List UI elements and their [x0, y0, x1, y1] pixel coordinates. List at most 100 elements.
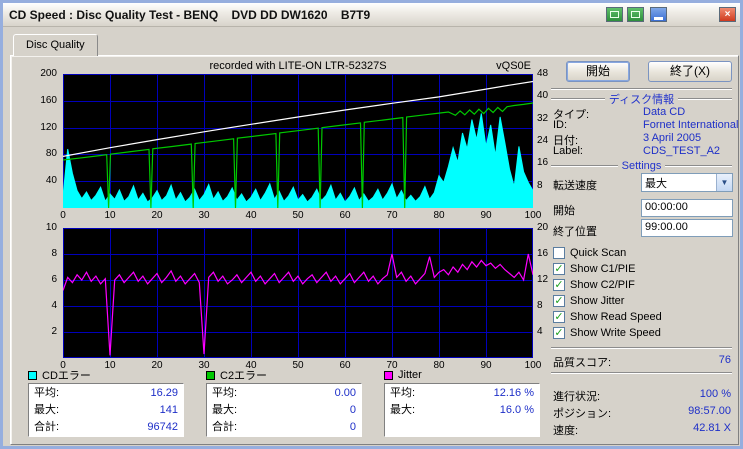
progress-row-value: 98:57.00	[688, 405, 731, 417]
checkbox-label: Show Read Speed	[570, 310, 662, 323]
disc-info-header: ディスク情報	[551, 91, 733, 107]
firmware-version-label: vQS0E	[496, 60, 531, 72]
sidebar-separator	[551, 372, 732, 374]
checkbox-box[interactable]: ✓	[553, 310, 565, 323]
stat-row: 平均: 0.00	[209, 385, 359, 402]
stat-label: 合計:	[212, 421, 238, 433]
legend-header: Jitter	[384, 369, 540, 381]
left-axis-tick-label: 80	[45, 148, 57, 160]
left-axis-tick-label: 4	[51, 300, 57, 311]
stat-row: 合計: 96742	[31, 419, 181, 436]
left-axis-tick-label: 40	[45, 175, 57, 187]
disc-info-header-label: ディスク情報	[608, 94, 675, 106]
right-axis-tick-label: 16	[537, 157, 549, 169]
transfer-speed-select[interactable]: 最大 ▼	[641, 173, 733, 192]
sidebar-separator	[551, 88, 732, 90]
checkbox-show-read-speed[interactable]: ✓ Show Read Speed	[553, 310, 662, 323]
progress-row-value: 100 %	[699, 388, 731, 400]
legend-label: CDエラー	[42, 370, 91, 382]
right-axis-tick-label: 32	[537, 112, 549, 124]
x-axis-tick-label: 80	[433, 210, 445, 221]
right-axis-tick-label: 20	[537, 222, 549, 233]
titlebar[interactable]: CD Speed : Disc Quality Test - BENQ DVD …	[3, 3, 740, 27]
stat-row: 最大: 141	[31, 402, 181, 419]
left-axis-tick-label: 160	[40, 94, 57, 106]
right-axis-tick-label: 40	[537, 90, 549, 102]
checkbox-label: Show Write Speed	[570, 326, 661, 339]
quality-score-label: 品質スコア:	[553, 357, 612, 369]
graph-window-icon[interactable]	[606, 7, 623, 22]
start-time-label: 開始	[553, 205, 575, 217]
legend-group: C2エラー 平均: 0.00 最大: 0 合計: 0	[206, 369, 362, 437]
x-axis-tick-label: 10	[104, 210, 116, 221]
left-axis-tick-label: 8	[51, 248, 57, 259]
checkbox-box[interactable]: ✓	[553, 326, 565, 339]
checkbox-label: Show C2/PIF	[570, 278, 635, 291]
progress-row-value: 42.81 X	[693, 422, 731, 434]
legend-label: Jitter	[398, 369, 422, 381]
window-title: CD Speed : Disc Quality Test - BENQ DVD …	[9, 7, 371, 22]
left-axis-tick-label: 120	[40, 121, 57, 133]
legend-header: C2エラー	[206, 369, 362, 382]
progress-row-label: 速度:	[553, 425, 579, 437]
legend-swatch	[384, 370, 393, 380]
minimize-button[interactable]	[650, 7, 667, 22]
stat-value: 96742	[147, 421, 178, 433]
checkbox-box[interactable]: ✓	[553, 278, 565, 291]
checkbox-show-c2-pif[interactable]: ✓ Show C2/PIF	[553, 278, 635, 291]
right-axis-tick-label: 48	[537, 68, 549, 79]
stat-value: 0	[349, 404, 356, 416]
tab-label: Disc Quality	[26, 39, 85, 51]
start-time-input[interactable]: 00:00:00	[641, 199, 733, 217]
x-axis-tick-label: 0	[60, 210, 66, 221]
x-axis-tick-label: 70	[386, 210, 398, 221]
right-axis-tick-label: 12	[537, 274, 549, 285]
data-window-icon[interactable]	[627, 7, 644, 22]
right-axis-tick-label: 16	[537, 248, 549, 259]
x-axis-tick-label: 50	[292, 210, 304, 221]
sidebar-separator	[551, 347, 732, 349]
end-position-label: 終了位置	[553, 226, 597, 238]
progress-row-label: ポジション:	[553, 408, 612, 420]
right-axis-tick-label: 24	[537, 135, 549, 146]
checkbox-label: Show C1/PIE	[570, 262, 636, 275]
stat-label: 最大:	[34, 404, 60, 416]
stat-label: 平均:	[212, 387, 238, 399]
transfer-speed-value: 最大	[645, 177, 667, 190]
legend-header: CDエラー	[28, 369, 184, 382]
legend-group: CDエラー 平均: 16.29 最大: 141 合計: 96742	[28, 369, 184, 437]
stats-box: 平均: 16.29 最大: 141 合計: 96742	[28, 383, 184, 437]
checkbox-show-c1-pie[interactable]: ✓ Show C1/PIE	[553, 262, 635, 275]
right-axis-tick-label: 4	[537, 326, 543, 337]
checkbox-box[interactable]	[553, 246, 565, 259]
checkbox-quick-scan[interactable]: Quick Scan	[553, 246, 626, 259]
exit-button[interactable]: 終了(X)	[648, 61, 732, 82]
stat-value: 0.00	[334, 387, 356, 399]
stat-row: 平均: 16.29	[31, 385, 181, 402]
stats-box: 平均: 12.16 % 最大: 16.0 %	[384, 383, 540, 437]
disc-info-row-value: CDS_TEST_A2	[643, 145, 721, 157]
right-axis-tick-label: 8	[537, 179, 543, 191]
checkbox-show-jitter[interactable]: ✓ Show Jitter	[553, 294, 624, 307]
stat-value: 16.29	[150, 387, 178, 399]
checkbox-box[interactable]: ✓	[553, 262, 565, 275]
legend-swatch	[28, 370, 37, 380]
close-button[interactable]: ×	[719, 7, 736, 22]
disc-info-row-label: Label:	[553, 145, 583, 157]
stat-row: 平均: 12.16 %	[387, 385, 537, 402]
left-axis-tick-label: 10	[45, 222, 57, 233]
checkbox-show-write-speed[interactable]: ✓ Show Write Speed	[553, 326, 661, 339]
x-axis-tick-label: 20	[151, 210, 163, 221]
chevron-down-icon[interactable]: ▼	[716, 174, 732, 191]
stats-box: 平均: 0.00 最大: 0 合計: 0	[206, 383, 362, 437]
tab-disc-quality[interactable]: Disc Quality	[13, 34, 98, 56]
app-window: CD Speed : Disc Quality Test - BENQ DVD …	[0, 0, 743, 449]
end-position-input[interactable]: 99:00.00	[641, 219, 733, 237]
left-axis-tick-label: 200	[40, 68, 57, 79]
start-button[interactable]: 開始	[566, 61, 630, 82]
checkbox-label: Show Jitter	[570, 294, 625, 307]
stat-value: 16.0 %	[499, 404, 534, 416]
x-axis-tick-label: 90	[480, 210, 492, 221]
progress-row-label: 進行状況:	[553, 391, 601, 403]
checkbox-box[interactable]: ✓	[553, 294, 565, 307]
